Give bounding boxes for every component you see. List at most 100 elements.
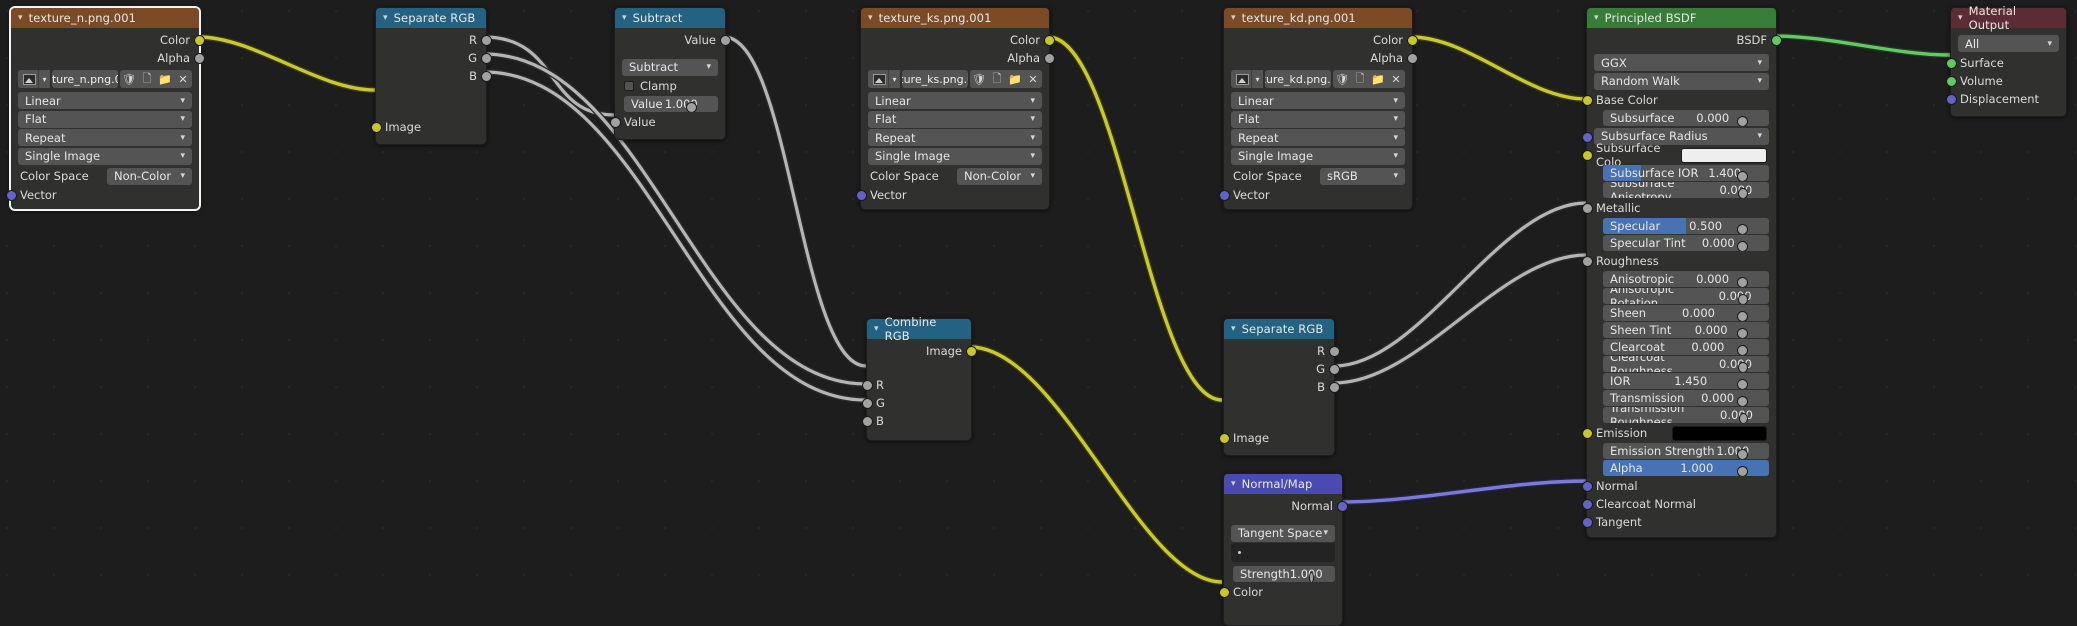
socket-value-1-icon[interactable] bbox=[686, 101, 697, 112]
input-vector[interactable]: Vector bbox=[1218, 186, 1412, 204]
socket-bsdf-icon[interactable] bbox=[1770, 35, 1782, 46]
socket-emission-icon[interactable] bbox=[1581, 428, 1593, 439]
anisotropic-rotation-slider[interactable]: Anisotropic Rotation 0.000 bbox=[1603, 288, 1769, 304]
socket-transmission-roughness-icon[interactable] bbox=[1738, 412, 1748, 423]
clamp-row[interactable]: Clamp bbox=[615, 77, 725, 95]
subsurface-method-dropdown[interactable]: Random Walk ▾ bbox=[1594, 72, 1769, 90]
subsurface-color-swatch[interactable] bbox=[1680, 147, 1767, 163]
socket-clearcoat-icon[interactable] bbox=[1737, 344, 1748, 355]
socket-subsurface-anisotropy-icon[interactable] bbox=[1738, 187, 1748, 198]
collapse-chevron-icon[interactable]: ▾ bbox=[874, 324, 879, 334]
output-r[interactable]: R bbox=[1224, 342, 1340, 360]
node-header[interactable]: ▾ Principled BSDF bbox=[1587, 8, 1776, 28]
image-datablock-row[interactable]: ▾ texture_n.png.001 🛡 🗋 📁 ✕ bbox=[18, 70, 192, 88]
socket-b-icon[interactable] bbox=[861, 416, 873, 427]
node-combine-rgb[interactable]: ▾ Combine RGB Image R G B bbox=[861, 315, 977, 441]
image-name-field[interactable]: texture_ks.png.001 bbox=[902, 70, 968, 88]
collapse-chevron-icon[interactable]: ▾ bbox=[383, 13, 388, 23]
output-color[interactable]: Color bbox=[11, 31, 205, 49]
extension-dropdown[interactable]: Repeat ▾ bbox=[1231, 129, 1405, 146]
output-alpha[interactable]: Alpha bbox=[1224, 49, 1418, 67]
image-browse-chevron-icon[interactable]: ▾ bbox=[1251, 70, 1263, 88]
extension-dropdown[interactable]: Repeat ▾ bbox=[18, 129, 192, 146]
socket-sheen-icon[interactable] bbox=[1737, 310, 1748, 321]
output-alpha[interactable]: Alpha bbox=[861, 49, 1055, 67]
emission-color-swatch[interactable] bbox=[1672, 425, 1767, 441]
projection-dropdown[interactable]: Flat ▾ bbox=[18, 110, 192, 128]
clamp-checkbox[interactable] bbox=[624, 81, 634, 91]
subsurface-color-row[interactable]: Subsurface Colo bbox=[1581, 141, 1776, 169]
socket-subsurface-radius-icon[interactable] bbox=[1582, 131, 1593, 143]
output-g[interactable]: G bbox=[1224, 360, 1340, 378]
subsurface-ior-slider[interactable]: Subsurface IOR 1.400 bbox=[1603, 165, 1769, 181]
node-texture-kd[interactable]: ▾ texture_kd.png.001 Color Alpha ▾ textu… bbox=[1218, 7, 1418, 210]
socket-vector-icon[interactable] bbox=[855, 190, 867, 201]
target-dropdown[interactable]: All ▾ bbox=[1958, 35, 2059, 52]
color-space-row[interactable]: Color Space sRGB ▾ bbox=[1224, 166, 1412, 186]
socket-r-icon[interactable] bbox=[480, 35, 492, 46]
input-displacement[interactable]: Displacement bbox=[1945, 90, 2066, 108]
output-b[interactable]: B bbox=[376, 67, 492, 85]
distribution-dropdown[interactable]: GGX ▾ bbox=[1594, 54, 1769, 71]
node-principled-bsdf[interactable]: ▾ Principled BSDF BSDF GGX ▾ Random Walk ▾… bbox=[1581, 7, 1782, 538]
emission-strength-slider[interactable]: Emission Strength 1.000 bbox=[1603, 443, 1769, 459]
socket-color-icon[interactable] bbox=[193, 35, 205, 46]
input-metallic[interactable]: Metallic bbox=[1581, 199, 1776, 217]
collapse-chevron-icon[interactable]: ▾ bbox=[1231, 13, 1236, 23]
image-datablock-row[interactable]: ▾ texture_kd.png.001 🛡 🗋 📁 ✕ bbox=[1231, 70, 1405, 88]
socket-g-icon[interactable] bbox=[861, 398, 873, 409]
socket-subsurface-icon[interactable] bbox=[1736, 115, 1748, 126]
socket-roughness-icon[interactable] bbox=[1581, 256, 1593, 267]
socket-color-icon[interactable] bbox=[1043, 35, 1055, 46]
shield-icon[interactable]: 🛡 bbox=[120, 70, 138, 88]
image-type-icon[interactable] bbox=[1231, 70, 1251, 88]
image-name-field[interactable]: texture_n.png.001 bbox=[52, 70, 118, 88]
image-name-field[interactable]: texture_kd.png.001 bbox=[1265, 70, 1331, 88]
extension-dropdown[interactable]: Repeat ▾ bbox=[868, 129, 1042, 146]
socket-b-icon[interactable] bbox=[480, 71, 492, 82]
value-slider-1[interactable]: Value 1.000 bbox=[624, 96, 718, 112]
specular-slider[interactable]: Specular 0.500 bbox=[1603, 218, 1769, 234]
sheen-slider[interactable]: Sheen 0.000 bbox=[1603, 305, 1769, 321]
shield-icon[interactable]: 🛡 bbox=[970, 70, 988, 88]
input-image[interactable]: Image bbox=[1218, 429, 1334, 447]
source-dropdown[interactable]: Single Image ▾ bbox=[18, 147, 192, 165]
socket-specular-icon[interactable] bbox=[1736, 223, 1748, 234]
node-material-output[interactable]: ▾ Material Output All ▾ Surface Volume Di… bbox=[1945, 4, 2067, 117]
emission-row[interactable]: Emission bbox=[1581, 424, 1776, 442]
input-vector[interactable]: Vector bbox=[5, 186, 199, 204]
socket-sheen-tint-icon[interactable] bbox=[1736, 327, 1748, 338]
socket-displacement-icon[interactable] bbox=[1945, 93, 1957, 105]
operation-dropdown[interactable]: Subtract ▾ bbox=[622, 58, 718, 76]
uv-map-field[interactable] bbox=[1231, 543, 1335, 562]
interpolation-dropdown[interactable]: Linear ▾ bbox=[1231, 92, 1405, 109]
output-normal[interactable]: Normal bbox=[1224, 497, 1348, 515]
collapse-chevron-icon[interactable]: ▾ bbox=[1594, 13, 1599, 23]
color-space-dropdown[interactable]: Non-Color ▾ bbox=[107, 167, 192, 185]
socket-subsurface-ior-icon[interactable] bbox=[1736, 170, 1748, 181]
ior-slider[interactable]: IOR 1.450 bbox=[1603, 373, 1769, 389]
socket-value-out-icon[interactable] bbox=[719, 35, 731, 46]
node-header[interactable]: ▾ Subtract bbox=[615, 8, 725, 28]
clearcoat-roughness-slider[interactable]: Clearcoat Roughness 0.000 bbox=[1603, 356, 1769, 372]
color-space-row[interactable]: Color Space Non-Color ▾ bbox=[11, 166, 199, 186]
strength-slider[interactable]: Strength 1.000 bbox=[1233, 566, 1335, 582]
socket-image-icon[interactable] bbox=[1218, 433, 1230, 444]
socket-ior-icon[interactable] bbox=[1737, 378, 1748, 389]
image-type-icon[interactable] bbox=[868, 70, 888, 88]
input-base-color[interactable]: Base Color bbox=[1581, 91, 1776, 109]
socket-vector-icon[interactable] bbox=[1218, 190, 1230, 201]
socket-normal-icon[interactable] bbox=[1581, 481, 1593, 492]
socket-r-icon[interactable] bbox=[1328, 346, 1340, 357]
node-separate-rgb-2[interactable]: ▾ Separate RGB R G B Image bbox=[1218, 318, 1340, 456]
socket-tangent-icon[interactable] bbox=[1581, 517, 1593, 528]
collapse-chevron-icon[interactable]: ▾ bbox=[1958, 13, 1963, 23]
node-header[interactable]: ▾ texture_n.png.001 bbox=[11, 8, 199, 28]
transmission-roughness-slider[interactable]: Transmission Roughness 0.000 bbox=[1603, 407, 1769, 423]
source-dropdown[interactable]: Single Image ▾ bbox=[868, 147, 1042, 165]
anisotropic-slider[interactable]: Anisotropic 0.000 bbox=[1603, 271, 1769, 287]
node-normal-map[interactable]: ▾ Normal/Map Normal Tangent Space ▾ Stren… bbox=[1218, 473, 1348, 626]
alpha-slider[interactable]: Alpha 1.000 bbox=[1603, 460, 1769, 476]
copy-icon[interactable]: 🗋 bbox=[1351, 70, 1369, 88]
node-header[interactable]: ▾ texture_kd.png.001 bbox=[1224, 8, 1412, 28]
